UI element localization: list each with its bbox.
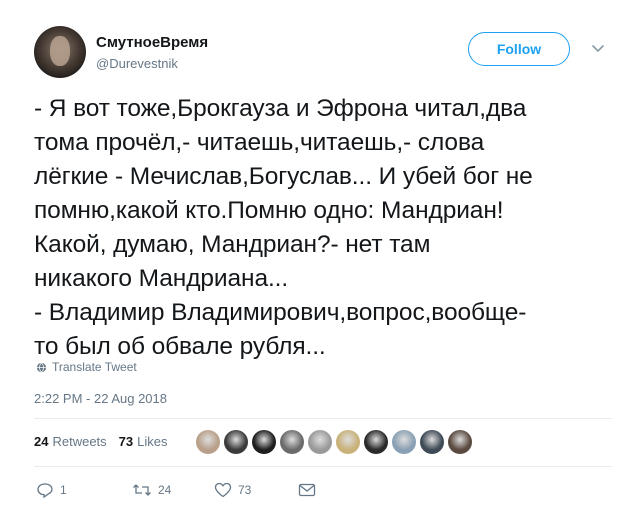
message-action[interactable] [298,483,316,497]
likes-count: 73 [118,434,134,449]
retweet-count: 24 [158,483,172,497]
globe-icon [36,362,47,372]
divider [34,418,612,419]
chevron-down-icon[interactable] [590,40,606,56]
retweet-action[interactable]: 24 [132,482,214,498]
engagement-stats: 24 Retweets 73 Likes [34,434,168,449]
liker-avatar[interactable] [364,430,388,454]
retweets-label: Retweets [52,434,107,449]
user-handle[interactable]: @Durevestnik [96,56,178,71]
reply-action[interactable]: 1 [36,482,132,498]
liker-avatars [196,430,472,454]
liker-avatar[interactable] [196,430,220,454]
avatar[interactable] [34,26,86,78]
divider [34,466,612,467]
likes-stat[interactable]: 73 Likes [119,434,168,449]
reply-icon [37,483,53,498]
liker-avatar[interactable] [308,430,332,454]
translate-tweet-link[interactable]: Translate Tweet [36,360,137,374]
retweets-count: 24 [34,434,49,449]
liker-avatar[interactable] [336,430,360,454]
liker-avatar[interactable] [252,430,276,454]
envelope-icon [298,483,316,497]
follow-button[interactable]: Follow [468,32,570,66]
liker-avatar[interactable] [224,430,248,454]
liker-avatar[interactable] [420,430,444,454]
liker-avatar[interactable] [448,430,472,454]
action-bar: 1 24 73 [36,482,316,498]
like-action[interactable]: 73 [214,482,298,498]
likes-label: Likes [137,434,168,449]
heart-icon [214,482,232,498]
tweet-header: СмутноеВремя @Durevestnik Follow [34,26,620,82]
display-name[interactable]: СмутноеВремя [96,34,208,51]
translate-label: Translate Tweet [52,360,137,374]
like-count: 73 [238,483,252,497]
retweet-icon [133,484,151,496]
reply-count: 1 [60,483,67,497]
liker-avatar[interactable] [392,430,416,454]
liker-avatar[interactable] [280,430,304,454]
retweets-stat[interactable]: 24 Retweets [34,434,107,449]
tweet-text: - Я вот тоже,Брокгауза и Эфрона читал,дв… [34,95,533,360]
tweet-timestamp[interactable]: 2:22 PM - 22 Aug 2018 [34,391,167,406]
